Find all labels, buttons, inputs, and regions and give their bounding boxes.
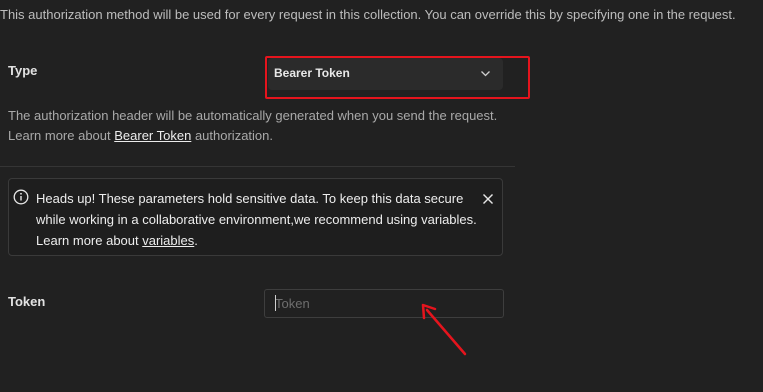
token-input[interactable] — [264, 289, 504, 318]
learn-more-suffix: authorization. — [191, 128, 273, 143]
auth-type-selected-value: Bearer Token — [274, 66, 350, 80]
type-label: Type — [8, 63, 38, 78]
learn-more-prefix: Learn more about — [8, 128, 115, 143]
bearer-token-docs-link[interactable]: Bearer Token — [114, 128, 191, 143]
warning-text: Heads up! These parameters hold sensitiv… — [36, 188, 486, 251]
info-icon — [13, 189, 29, 205]
warning-message: Heads up! These parameters hold sensitiv… — [36, 191, 477, 227]
auth-description: This authorization method will be used f… — [0, 7, 736, 22]
auth-type-select[interactable]: Bearer Token — [268, 58, 503, 90]
warning-learn-suffix: . — [194, 233, 198, 248]
sensitive-data-warning: Heads up! These parameters hold sensitiv… — [8, 178, 503, 256]
chevron-down-icon — [481, 71, 490, 77]
auth-info-learn-more: Learn more about Bearer Token authorizat… — [8, 126, 508, 146]
close-icon[interactable] — [482, 193, 494, 205]
token-label: Token — [8, 294, 46, 309]
auth-header-info: The authorization header will be automat… — [8, 106, 508, 146]
auth-info-line: The authorization header will be automat… — [8, 108, 498, 123]
warning-learn-prefix: Learn more about — [36, 233, 143, 248]
text-cursor — [275, 295, 276, 311]
section-divider — [0, 166, 515, 167]
variables-docs-link[interactable]: variables — [142, 233, 194, 248]
